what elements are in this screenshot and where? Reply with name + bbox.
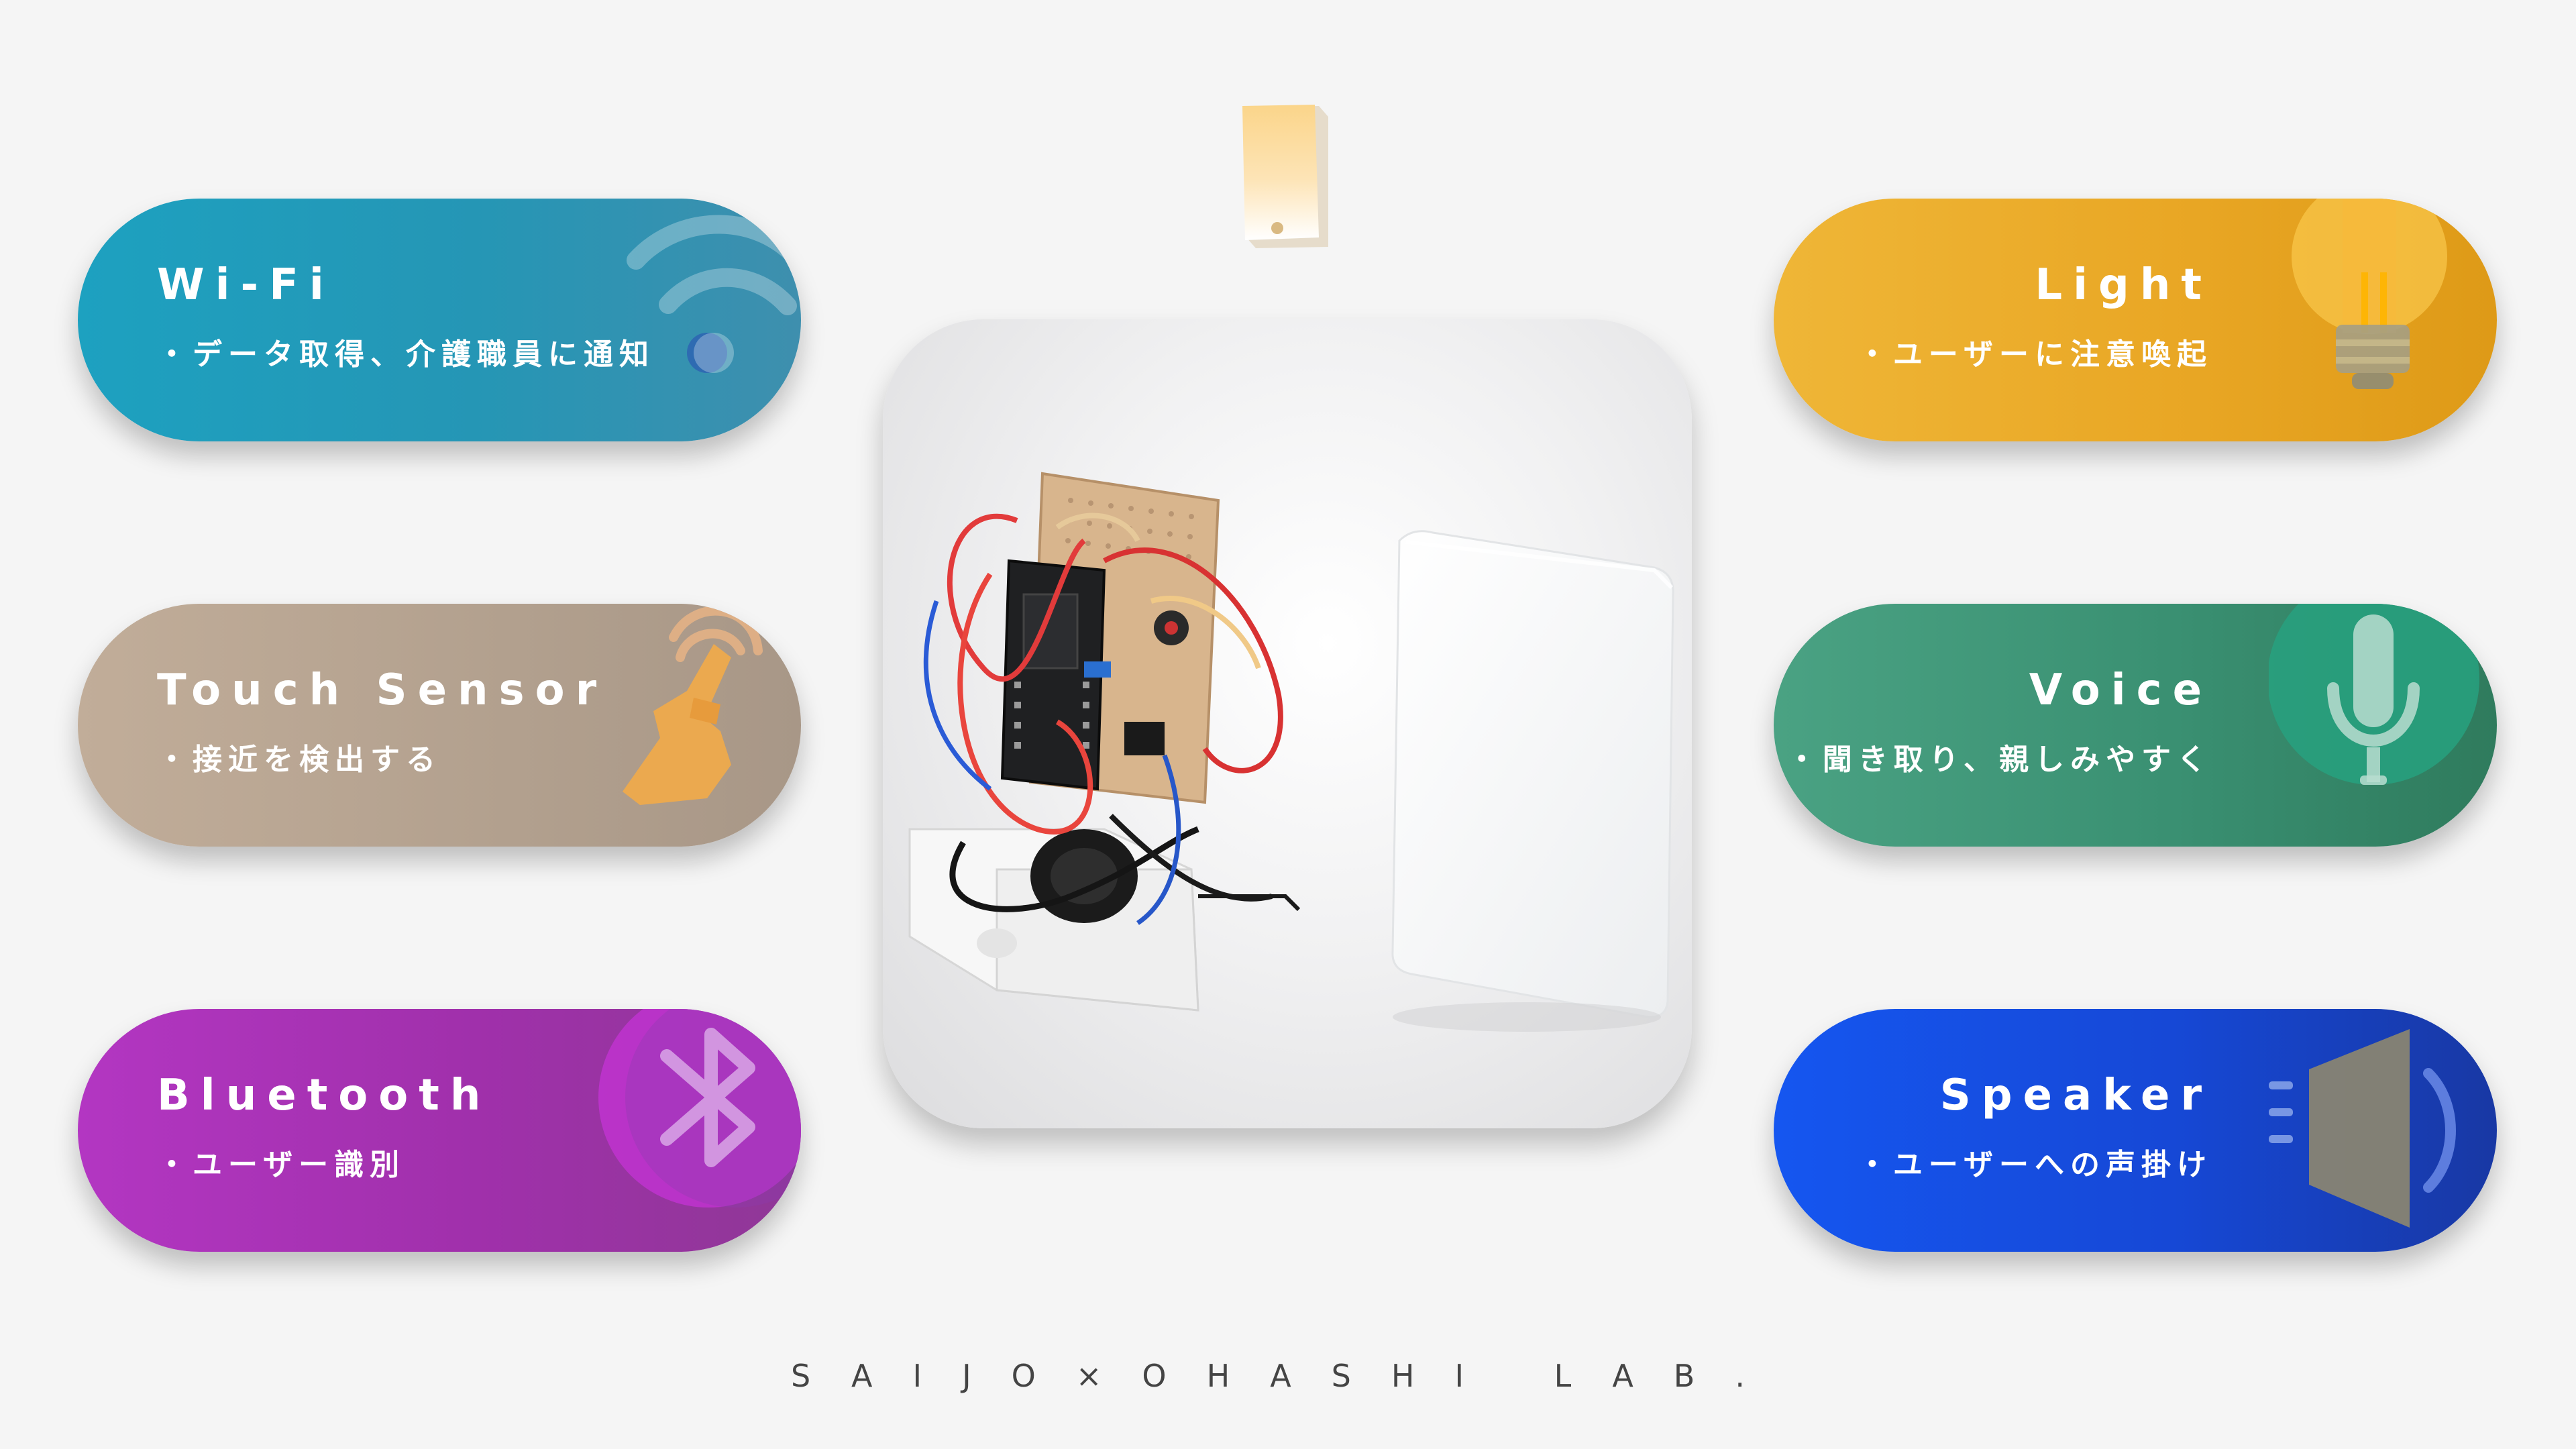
- feature-card-bluetooth: Bluetooth ・ユーザー識別: [78, 1009, 801, 1252]
- device-photo-card: [883, 319, 1692, 1128]
- feature-desc: ・ユーザーに注意喚起: [1857, 337, 2212, 372]
- feature-desc: ・ユーザー識別: [157, 1148, 406, 1182]
- feature-title: Touch Sensor: [157, 665, 608, 715]
- feature-title: Speaker: [1939, 1071, 2212, 1120]
- lab-credit: SAIJO×OHASHI LAB.: [791, 1358, 1785, 1394]
- feature-card-wifi: Wi-Fi ・データ取得、介護職員に通知: [78, 199, 801, 441]
- touch-hand-icon: [623, 606, 763, 805]
- device-prototype-photo: [908, 472, 1674, 1032]
- bluetooth-icon: [598, 1009, 801, 1208]
- speaker-icon: [2269, 1029, 2456, 1228]
- feature-card-light: Light ・ユーザーに注意喚起: [1774, 199, 2497, 441]
- slide: Wi-Fi ・データ取得、介護職員に通知 Touch Sensor ・接近を検出…: [0, 0, 2576, 1449]
- wifi-icon: [627, 215, 801, 373]
- device-logo-icon: [1242, 105, 1328, 248]
- feature-desc: ・接近を検出する: [157, 743, 441, 777]
- feature-desc: ・ユーザーへの声掛け: [1857, 1148, 2212, 1182]
- feature-card-voice: Voice ・聞き取り、親しみやすく: [1774, 604, 2497, 847]
- feature-title: Wi-Fi: [157, 260, 335, 310]
- feature-card-speaker: Speaker ・ユーザーへの声掛け: [1774, 1009, 2497, 1252]
- feature-title: Bluetooth: [157, 1071, 492, 1120]
- light-bulb-icon: [2292, 199, 2447, 389]
- feature-title: Light: [2035, 260, 2212, 310]
- microphone-icon: [2269, 604, 2479, 785]
- feature-card-touch-sensor: Touch Sensor ・接近を検出する: [78, 604, 801, 847]
- feature-title: Voice: [2029, 665, 2212, 715]
- feature-desc: ・聞き取り、親しみやすく: [1786, 743, 2212, 777]
